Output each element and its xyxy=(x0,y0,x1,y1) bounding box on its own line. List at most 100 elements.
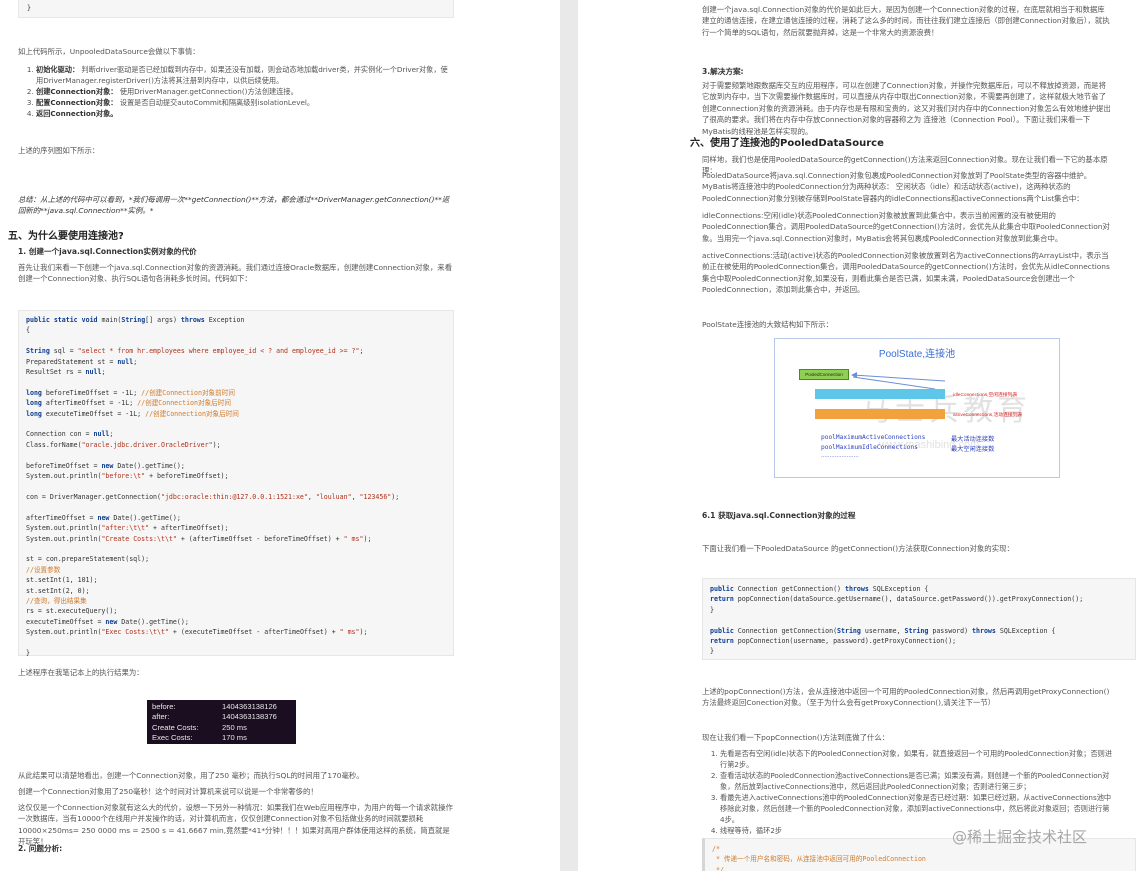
result-analysis-1: 从此结果可以清楚地看出，创建一个Connection对象，用了250 毫秒；而执… xyxy=(18,771,364,780)
init-step-item: 创建Connection对象： 使用DriverManager.getConne… xyxy=(36,86,454,97)
code-line: PreparedStatement st = null; xyxy=(26,357,138,366)
result-analysis-3: 这仅仅是一个Connection对象就有这么大的代价，设想一下另外一种情况：如果… xyxy=(18,803,453,847)
code-line: afterTimeOffset = new Date().getTime(); xyxy=(26,513,181,522)
terminal-line: Exec Costs: 170 ms xyxy=(152,733,291,743)
init-step-text: 设置是否自动提交autoCommit和隔离级别isolationLevel。 xyxy=(117,98,315,107)
cost-explanation: 创建一个java.sql.Connection对象的代价是如此巨大，是因为创建一… xyxy=(702,5,1110,37)
subsection-1-text: 首先让我们来看一下创建一个java.sql.Connection对象的资源消耗。… xyxy=(18,263,453,284)
init-step-label: 配置Connection对象： xyxy=(36,98,118,107)
code-line: st = con.prepareStatement(sql); xyxy=(26,555,150,564)
code-line: executeTimeOffset = new Date().getTime()… xyxy=(26,617,189,626)
max-idle-cn: 最大空闲连接数 xyxy=(951,446,995,453)
terminal-line: after: 1404363138376 xyxy=(152,712,291,722)
init-step-text: 判断driver驱动是否已经加载到内存中，如果还没有加载，则会动态地加载driv… xyxy=(36,65,448,85)
popconnection-intro: 现在让我们看一下popConnection()方法到底做了什么： xyxy=(702,733,890,742)
code-line: public Connection getConnection(String u… xyxy=(710,626,1056,635)
terminal-line: Create Costs: 250 ms xyxy=(152,723,291,733)
result-note: 上述程序在我笔记本上的执行结果为： xyxy=(18,668,144,677)
code-line: //查询，得出结果集 xyxy=(26,596,87,605)
code-line: long executeTimeOffset = -1L; //创建Connec… xyxy=(26,409,239,418)
subsection-3-title: 3.解决方案: xyxy=(702,67,744,76)
code-line: } xyxy=(710,605,714,614)
code-line: public static void main(String[] args) t… xyxy=(26,316,245,324)
section-6-pooled-desc: PooledDataSource将java.sql.Connection对象包裹… xyxy=(702,171,1092,203)
java-code-block: public static void main(String[] args) t… xyxy=(18,310,454,657)
popconnection-explanation: 上述的popConnection()方法，会从连接池中返回一个可用的Pooled… xyxy=(702,687,1110,708)
code-line: return popConnection(dataSource.getUsern… xyxy=(710,595,1084,604)
code-line: * 传递一个用户名和密码，从连接池中返回可用的PooledConnection xyxy=(712,855,926,864)
max-idle-field: poolMaximumIdleConnections xyxy=(821,444,918,451)
max-active-field: poolMaximumActiveConnections xyxy=(821,434,926,441)
active-list-label: activeConnections,活动连接列表 xyxy=(953,413,1023,418)
subsection-6-1-text: 下面让我们看一下PooledDataSource 的getConnection(… xyxy=(702,544,1014,553)
popconnection-step-item: 查看活动状态的PooledConnection池activeConnection… xyxy=(720,770,1112,792)
code-line: System.out.println("Exec Costs:\t\t" + (… xyxy=(26,628,368,637)
code-line: } xyxy=(710,647,714,656)
init-step-label: 初始化驱动： xyxy=(36,65,80,74)
code-line: con = DriverManager.getConnection("jdbc:… xyxy=(26,492,400,501)
code-line: String sql = "select * from hr.employees… xyxy=(26,347,364,356)
result-analysis-2: 创建一个Connection对象用了250毫秒！这个时间对计算机来说可以说是一个… xyxy=(18,787,318,796)
subsection-6-1-title: 6.1 获取java.sql.Connection对象的过程 xyxy=(702,511,856,520)
code-line: */ xyxy=(712,865,724,871)
init-step-text: 使用DriverManager.getConnection()方法创建连接。 xyxy=(117,87,298,96)
right-page: 创建一个java.sql.Connection对象的代价是如此巨大，是因为创建一… xyxy=(578,0,1136,871)
popconnection-step-item: 先看是否有空闲(idle)状态下的PooledConnection对象，如果有，… xyxy=(720,748,1112,770)
terminal-key: before: xyxy=(152,702,176,711)
active-list-bar xyxy=(815,409,945,419)
intro-text: 如上代码所示，UnpooledDataSource会做以下事情： xyxy=(18,47,200,56)
init-step-item: 配置Connection对象： 设置是否自动提交autoCommit和隔离级别i… xyxy=(36,97,454,108)
init-steps-list: 初始化驱动： 判断driver驱动是否已经加载到内存中，如果还没有加载，则会动态… xyxy=(18,64,454,119)
init-step-label: 返回Connection对象。 xyxy=(36,109,118,118)
code-line: { xyxy=(26,326,30,335)
code-line: Class.forName("oracle.jdbc.driver.Oracle… xyxy=(26,440,221,449)
section-5-title: 五、为什么要使用连接池? xyxy=(8,231,124,242)
code-line: public Connection getConnection() throws… xyxy=(710,585,929,593)
poolstate-diagram: 马士兵教育 www.mashibing.com PoolState,连接池 Po… xyxy=(774,338,1060,478)
code-line: } xyxy=(26,649,30,657)
terminal-value: 1404363138126 xyxy=(222,702,277,711)
subsection-2-title: 2. 问题分析: xyxy=(18,844,63,853)
terminal-value: 170 ms xyxy=(222,733,247,743)
code-line: //设置参数 xyxy=(26,565,61,574)
init-step-item: 初始化驱动： 判断driver驱动是否已经加载到内存中，如果还没有加载，则会动态… xyxy=(36,64,454,86)
init-step-item: 返回Connection对象。 xyxy=(36,108,454,119)
active-connections-desc: activeConnections:活动(active)状态的PooledCon… xyxy=(702,251,1110,295)
code-line: rs = st.executeQuery(); xyxy=(26,607,118,616)
code-line: System.out.println("Create Costs:\t\t" +… xyxy=(26,534,372,543)
terminal-line: before: 1404363138126 xyxy=(152,702,291,712)
summary-text: 总结：从上述的代码中可以看到，*我们每调用一次**getConnection()… xyxy=(18,195,450,216)
idle-list-label: idleConnections,空闲连接列表 xyxy=(953,393,1018,398)
footer-watermark: @稀土掘金技术社区 xyxy=(952,828,1088,846)
popconnection-steps-list: 先看是否有空闲(idle)状态下的PooledConnection对象，如果有，… xyxy=(702,748,1112,836)
sequence-note: 上述的序列图如下所示： xyxy=(18,146,100,155)
code-line: ResultSet rs = null; xyxy=(26,368,106,377)
code-line: st.setInt(1, 101); xyxy=(26,576,98,585)
terminal-value: 250 ms xyxy=(222,722,247,732)
structure-note: PoolState连接池的大致结构如下所示： xyxy=(702,320,833,329)
code-line: long afterTimeOffset = -1L; //创建Connecti… xyxy=(26,399,231,408)
code-line: System.out.println("before:\t" + beforeT… xyxy=(26,472,229,481)
code-block-top-tail: } xyxy=(18,0,454,18)
terminal-output: before: 1404363138126 after: 1404363138376 C… xyxy=(147,700,296,744)
subsection-1-title: 1. 创建一个java.sql.Connection实例对象的代价 xyxy=(18,247,197,256)
popconnection-step-item: 看最先进入activeConnections池中的PooledConnectio… xyxy=(720,792,1112,825)
code-line: Connection con = null; xyxy=(26,430,114,439)
max-active-cn: 最大活动连接数 xyxy=(951,436,995,443)
idle-connections-desc: idleConnections:空闲(idle)状态PooledConnecti… xyxy=(702,211,1110,243)
terminal-key: Exec Costs: xyxy=(152,733,193,743)
idle-list-bar xyxy=(815,389,945,399)
code-line: System.out.println("after:\t\t" + afterT… xyxy=(26,524,229,533)
terminal-key: Create Costs: xyxy=(152,722,199,732)
terminal-key: after: xyxy=(152,712,170,722)
code-line: return popConnection(username, password)… xyxy=(710,637,957,646)
code-line: st.setInt(2, 0); xyxy=(26,586,90,595)
